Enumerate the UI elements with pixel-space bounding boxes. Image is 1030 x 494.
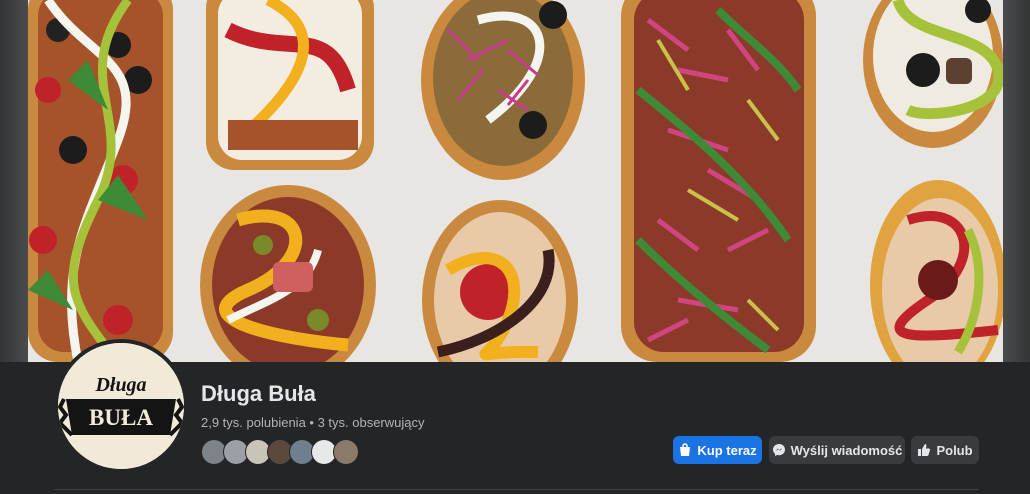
- buy-now-button[interactable]: Kup teraz: [673, 436, 762, 464]
- thumbs-up-icon: [917, 443, 931, 457]
- cover-photo[interactable]: [28, 0, 1003, 362]
- cover-edge-left: [0, 0, 28, 362]
- baguette-1: [28, 0, 173, 362]
- baguette-2: [206, 0, 374, 170]
- profile-avatar[interactable]: Długa BUŁA: [54, 339, 188, 473]
- messenger-icon: [772, 443, 786, 457]
- cover-edge-right: [1003, 0, 1030, 362]
- header-divider: [54, 489, 979, 490]
- shopping-bag-icon: [678, 443, 692, 457]
- page-logo: Długa BUŁA: [58, 343, 184, 469]
- logo-badge-icon: Długa BUŁA: [58, 343, 184, 469]
- buy-now-label: Kup teraz: [697, 442, 757, 458]
- page-title[interactable]: Długa Buła: [201, 381, 316, 407]
- cover-photo-image: [28, 0, 1003, 362]
- logo-bottom-text: BUŁA: [89, 405, 153, 430]
- friend-avatar[interactable]: [333, 439, 359, 465]
- like-page-label: Polub: [936, 442, 973, 458]
- baguette-4: [621, 0, 816, 362]
- logo-top-text: Długa: [94, 374, 146, 396]
- send-message-button[interactable]: Wyślij wiadomość: [769, 436, 905, 464]
- page-stats[interactable]: 2,9 tys. polubienia • 3 tys. obserwujący: [201, 415, 425, 430]
- like-page-button[interactable]: Polub: [911, 436, 979, 464]
- send-message-label: Wyślij wiadomość: [790, 442, 903, 458]
